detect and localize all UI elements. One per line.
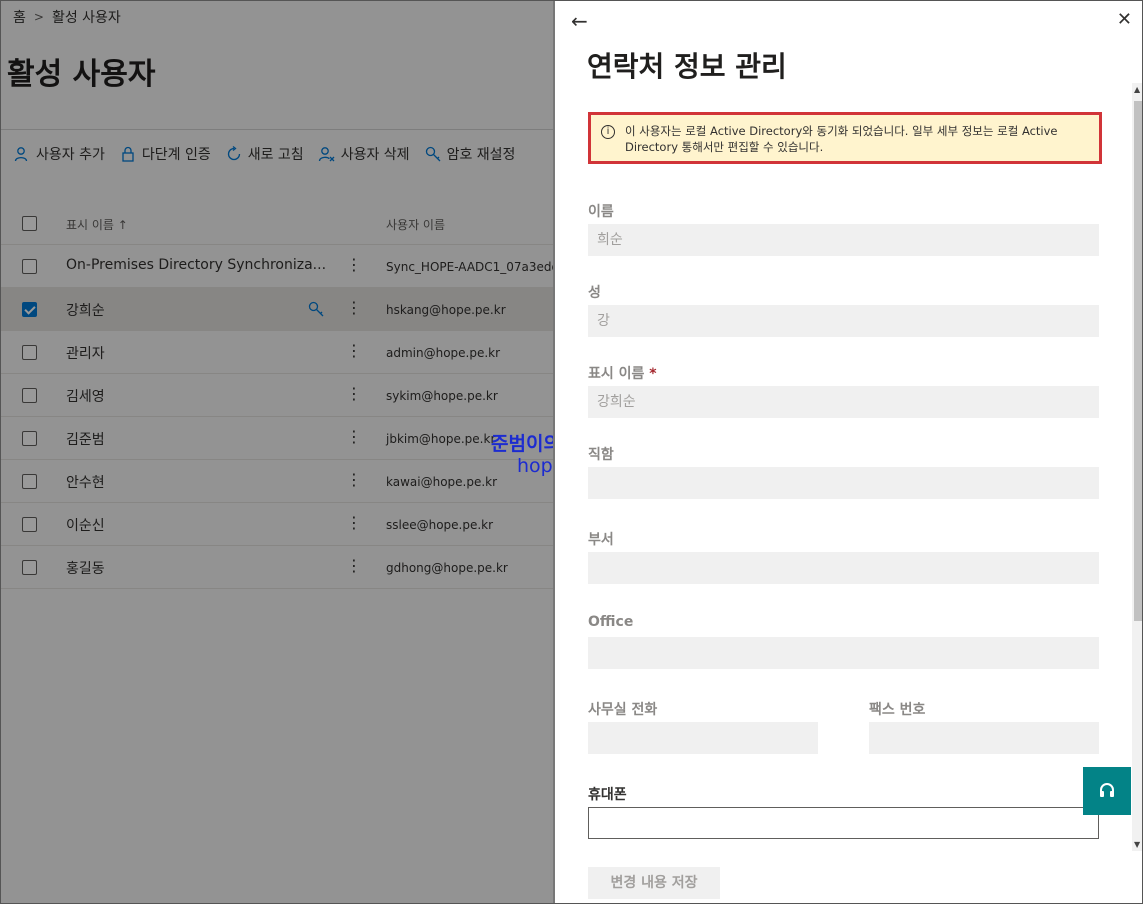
mobile-phone-input[interactable] [588, 807, 1099, 839]
office-field [588, 637, 1099, 669]
alert-text-line2: Directory 통해서만 편집할 수 있습니다. [625, 140, 824, 154]
back-arrow-icon[interactable]: ← [571, 9, 588, 33]
mobile-label: 휴대폰 [588, 787, 627, 803]
modal-overlay[interactable] [1, 1, 553, 903]
required-mark: * [649, 366, 657, 382]
alert-text-line1: 이 사용자는 로컬 Active Directory와 동기화 되었습니다. 일… [625, 124, 1058, 138]
first-name-label: 이름 [588, 204, 614, 220]
job-title-label: 직함 [588, 447, 614, 463]
office-phone-label: 사무실 전화 [588, 702, 658, 718]
headset-icon [1100, 783, 1114, 797]
panel-scrollbar[interactable]: ▲ ▼ [1132, 83, 1142, 851]
display-name-label: 표시 이름 * [588, 363, 657, 383]
job-title-field [588, 467, 1099, 499]
panel-title: 연락처 정보 관리 [587, 50, 787, 83]
scroll-down-icon[interactable]: ▼ [1134, 840, 1140, 849]
close-icon[interactable]: ✕ [1117, 9, 1132, 30]
active-users-page: 홈 > 활성 사용자 활성 사용자 사용자 추가 다단계 인증 새로 고침 사용… [1, 1, 574, 903]
save-changes-button[interactable]: 변경 내용 저장 [588, 867, 720, 899]
info-icon: i [601, 125, 615, 139]
display-name-label-text: 표시 이름 [588, 366, 645, 382]
department-field [588, 552, 1099, 584]
help-button[interactable] [1083, 767, 1131, 815]
office-label: Office [588, 614, 634, 630]
last-name-label: 성 [588, 285, 601, 301]
department-label: 부서 [588, 532, 614, 548]
fax-field [869, 722, 1099, 754]
first-name-field: 희순 [588, 224, 1099, 256]
contact-info-panel: ← ✕ 연락처 정보 관리 i 이 사용자는 로컬 Active Directo… [553, 1, 1142, 903]
scroll-up-icon[interactable]: ▲ [1134, 85, 1140, 94]
scrollbar-thumb[interactable] [1134, 101, 1142, 621]
sync-warning-banner: i 이 사용자는 로컬 Active Directory와 동기화 되었습니다.… [588, 112, 1102, 164]
fax-label: 팩스 번호 [869, 702, 926, 718]
screen: 홈 > 활성 사용자 활성 사용자 사용자 추가 다단계 인증 새로 고침 사용… [0, 0, 1143, 904]
office-phone-field [588, 722, 818, 754]
display-name-field: 강희순 [588, 386, 1099, 418]
last-name-field: 강 [588, 305, 1099, 337]
